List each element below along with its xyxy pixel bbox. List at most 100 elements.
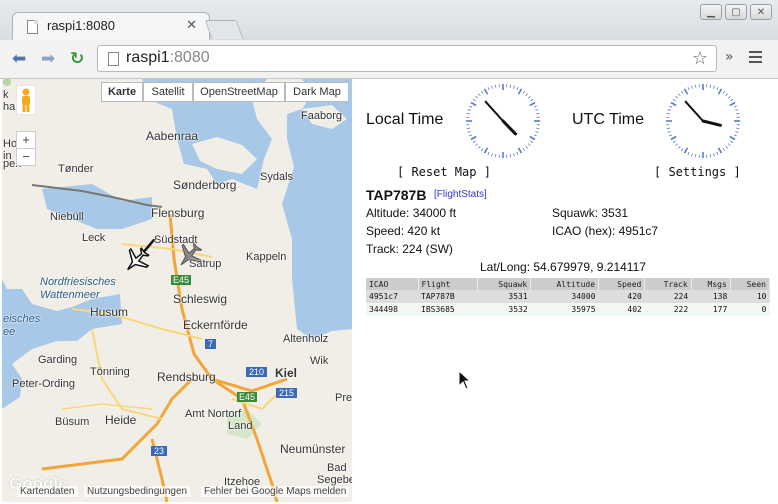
clock-tick xyxy=(477,145,481,149)
clock-tick xyxy=(713,153,715,157)
close-window-button[interactable]: ✕ xyxy=(750,4,772,20)
clock-tick xyxy=(675,143,679,147)
minimize-button[interactable]: ▁ xyxy=(700,4,722,20)
clock-tick xyxy=(672,98,676,102)
map-label: Rendsburg xyxy=(157,370,216,384)
map-label: Satrup xyxy=(189,258,222,270)
column-header[interactable]: Flight xyxy=(418,278,478,290)
column-header[interactable]: Altitude xyxy=(530,278,600,290)
clock-tick xyxy=(736,112,740,115)
tab-close-icon[interactable]: ✕ xyxy=(186,18,197,33)
clock-tick xyxy=(517,88,523,95)
map-label: eisches xyxy=(3,313,41,325)
clock-tick xyxy=(735,131,739,133)
clock-tick xyxy=(680,148,684,152)
selected-flight-title: TAP787B xyxy=(366,187,427,203)
settings-button[interactable]: [ Settings ] xyxy=(654,165,741,179)
clock-tick xyxy=(494,154,497,158)
clock-tick xyxy=(670,101,677,107)
reset-map-button[interactable]: [ Reset Map ] xyxy=(397,165,491,179)
clock-tick xyxy=(691,85,693,89)
new-tab-button[interactable] xyxy=(204,20,244,39)
column-header[interactable]: Speed xyxy=(598,278,646,290)
browser-tab[interactable]: raspi1:8080 ✕ xyxy=(12,12,210,41)
table-cell: 0 xyxy=(730,303,770,316)
column-header[interactable]: Msgs xyxy=(691,278,731,290)
clock-tick xyxy=(491,85,493,89)
map-type-button[interactable]: Karte xyxy=(101,82,143,102)
speed-text: Speed: 420 kt xyxy=(366,224,441,238)
clock-tick xyxy=(491,153,493,157)
clock-tick xyxy=(709,84,712,88)
address-bar[interactable]: raspi1:8080 ☆ xyxy=(97,45,717,72)
reload-icon[interactable]: ↻ xyxy=(70,49,84,69)
clock-tick xyxy=(683,88,689,95)
report-error-link[interactable]: Fehler bei Google Maps melden xyxy=(201,486,350,497)
browser-menu-icon[interactable] xyxy=(749,51,762,66)
forward-arrow-icon[interactable]: ➡ xyxy=(41,49,55,69)
maximize-button[interactable]: ▢ xyxy=(725,4,747,20)
clock-tick xyxy=(522,148,526,152)
clock-tick xyxy=(727,143,731,147)
hour-hand xyxy=(501,119,518,136)
map-type-button[interactable]: Dark Map xyxy=(285,82,349,102)
tab-title: raspi1:8080 xyxy=(47,18,115,33)
map-label: ha xyxy=(3,101,16,113)
zoom-out-button[interactable]: − xyxy=(16,149,36,166)
clock-tick xyxy=(530,98,534,102)
clock-tick xyxy=(480,148,484,152)
map-label: Peter-Ording xyxy=(12,378,75,390)
map-label: Schleswig xyxy=(173,292,228,306)
map-data-link[interactable]: Kartendaten xyxy=(17,486,78,497)
extensions-chevron-icon[interactable]: » xyxy=(725,49,734,65)
clock-tick xyxy=(533,105,537,108)
clock-tick xyxy=(666,112,670,115)
column-header[interactable]: Track xyxy=(644,278,692,290)
table-cell: TAP787B xyxy=(418,290,478,303)
clock-tick xyxy=(527,143,531,147)
back-arrow-icon[interactable]: ⬅ xyxy=(12,49,26,69)
latlong-text: Lat/Long: 54.679979, 9.214117 xyxy=(480,260,646,274)
clock-tick xyxy=(736,127,740,130)
road-shield: 210 xyxy=(246,367,268,377)
clock-tick xyxy=(733,105,737,108)
table-cell: 34000 xyxy=(530,290,599,303)
column-header[interactable]: Squawk xyxy=(477,278,532,290)
clock-tick xyxy=(513,153,515,157)
clock-tick xyxy=(677,93,681,97)
utc-time-label: UTC Time xyxy=(572,111,644,128)
clock-tick xyxy=(475,95,479,99)
column-header[interactable]: ICAO xyxy=(366,278,419,290)
clock-tick xyxy=(735,109,739,111)
mouse-cursor-icon xyxy=(458,370,472,390)
clock-tick xyxy=(722,90,726,94)
map-type-button[interactable]: OpenStreetMap xyxy=(193,82,285,102)
map-label: Husum xyxy=(90,305,129,319)
clock-tick xyxy=(487,151,490,155)
bookmark-star-icon[interactable]: ☆ xyxy=(692,48,708,69)
table-cell: 344498 xyxy=(366,303,418,316)
map-type-button[interactable]: Satellit xyxy=(143,82,193,102)
clock-tick xyxy=(470,135,477,141)
map-label: Kiel xyxy=(275,366,298,380)
column-header[interactable]: Seen xyxy=(730,278,771,290)
road-shield: 23 xyxy=(151,446,168,456)
table-cell: 4951c7 xyxy=(366,290,418,303)
table-row[interactable]: 4951c7 TAP787B 3531 34000 420 224 138 10 xyxy=(366,290,770,303)
zoom-in-button[interactable]: + xyxy=(16,131,36,149)
flightstats-link[interactable]: [FlightStats] xyxy=(434,189,487,200)
clock-tick xyxy=(722,148,726,152)
terms-link[interactable]: Nutzungsbedingungen xyxy=(84,486,191,497)
clock-tick xyxy=(483,88,489,95)
map-label: Sydals xyxy=(260,171,294,183)
road-shield: 215 xyxy=(276,388,298,398)
clock-tick xyxy=(669,134,673,137)
clock-tick xyxy=(472,98,476,102)
table-cell: 3531 xyxy=(477,290,531,303)
table-cell: 420 xyxy=(598,290,645,303)
table-cell: 3532 xyxy=(477,303,531,316)
local-time-label: Local Time xyxy=(366,111,444,128)
table-row[interactable]: 344498 IBS3685 3532 35975 402 222 177 0 xyxy=(366,303,770,316)
pegman-icon[interactable] xyxy=(16,85,36,115)
clock-tick xyxy=(709,154,712,158)
